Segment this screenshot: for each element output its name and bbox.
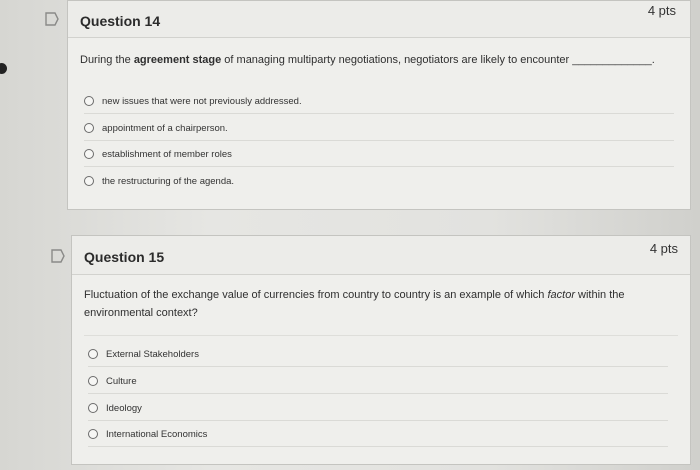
question-15-text: Fluctuation of the exchange value of cur…: [84, 289, 625, 319]
question-15-points: 4 pts: [649, 241, 678, 256]
flag-question-15-icon[interactable]: [50, 249, 66, 263]
question-14-option-3[interactable]: establishment of member roles: [84, 142, 674, 167]
question-14-text: During the agreement stage of managing m…: [80, 54, 655, 66]
question-15-option-1[interactable]: External Stakeholders: [88, 342, 668, 367]
radio-button-icon[interactable]: [88, 403, 98, 413]
radio-button-icon[interactable]: [84, 176, 94, 186]
question-15-option-3[interactable]: Ideology: [88, 396, 668, 421]
question-14-body: During the agreement stage of managing m…: [68, 38, 690, 209]
radio-button-icon[interactable]: [88, 349, 98, 359]
question-14-card: Question 14 4 pts During the agreement s…: [67, 0, 691, 210]
radio-button-icon[interactable]: [84, 149, 94, 159]
radio-button-icon[interactable]: [88, 429, 98, 439]
question-15-title: Question 15: [84, 249, 165, 265]
question-15-body: Fluctuation of the exchange value of cur…: [72, 275, 690, 464]
question-14-option-1[interactable]: new issues that were not previously addr…: [84, 89, 674, 114]
question-15-header: Question 15 4 pts: [72, 236, 690, 275]
question-14-title: Question 14: [80, 13, 161, 29]
radio-button-icon[interactable]: [84, 96, 94, 106]
radio-button-icon[interactable]: [88, 376, 98, 386]
question-14-option-4[interactable]: the restructuring of the agenda.: [84, 169, 674, 193]
radio-button-icon[interactable]: [84, 123, 94, 133]
question-14-points: 4 pts: [647, 3, 676, 18]
question-14-option-2[interactable]: appointment of a chairperson.: [84, 116, 674, 141]
question-14-header: Question 14 4 pts: [68, 1, 690, 38]
question-15-option-2[interactable]: Culture: [88, 369, 668, 394]
flag-question-14-icon[interactable]: [44, 12, 60, 26]
question-15-option-4[interactable]: International Economics: [88, 422, 668, 447]
question-15-card: Question 15 4 pts Fluctuation of the exc…: [71, 235, 691, 465]
divider: [84, 335, 678, 336]
